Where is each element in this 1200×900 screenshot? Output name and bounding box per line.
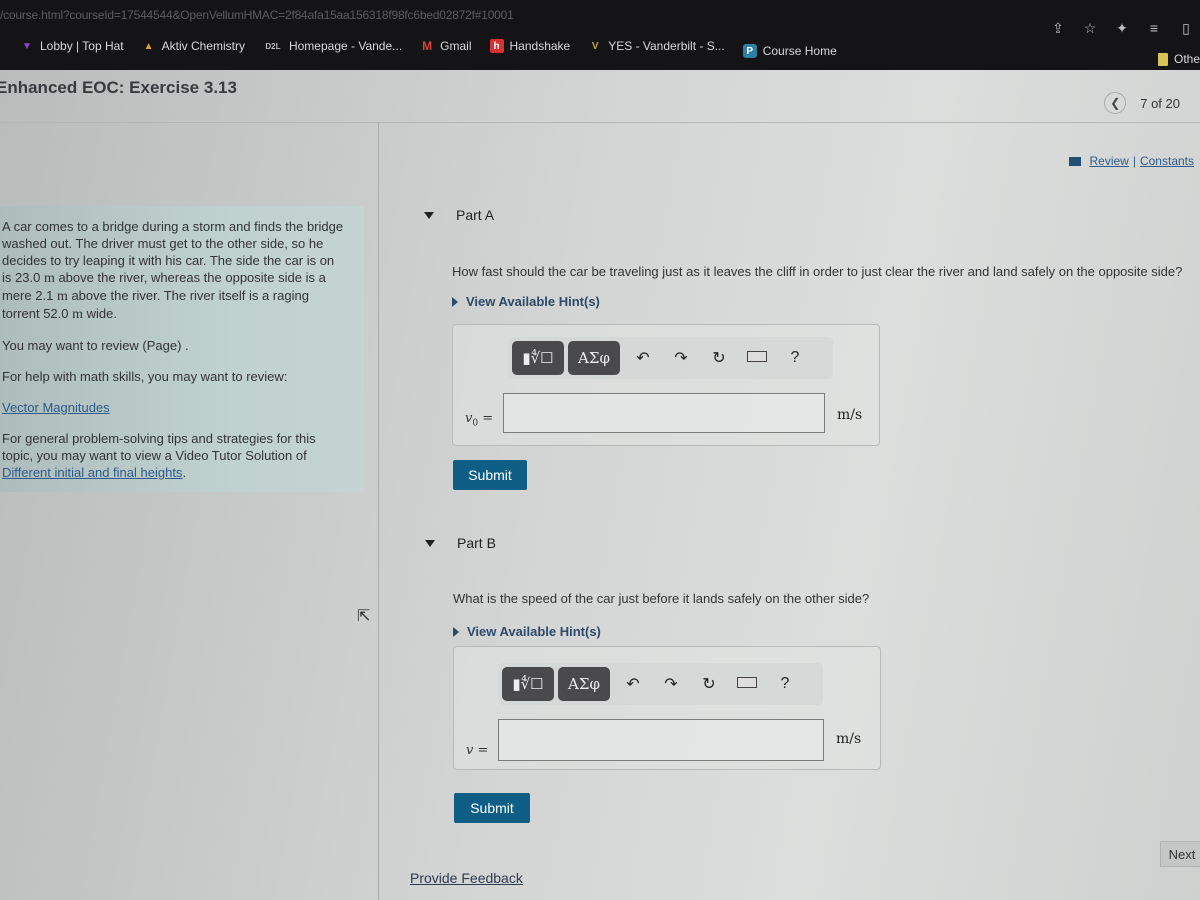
answer-variable-label: v = xyxy=(466,743,489,758)
part-a-hint-toggle[interactable]: View Available Hint(s) xyxy=(452,294,600,309)
browser-chrome: /course.html?courseId=17544544&OpenVellu… xyxy=(0,0,1200,70)
share-icon[interactable]: ⇪ xyxy=(1050,20,1066,37)
sidebar-icon[interactable]: ▯ xyxy=(1178,20,1194,37)
redo-icon[interactable]: ↷ xyxy=(662,348,700,368)
provide-feedback-link[interactable]: Provide Feedback xyxy=(410,870,523,886)
collapse-icon xyxy=(425,539,435,547)
vector-magnitudes-link[interactable]: Vector Magnitudes xyxy=(2,400,110,415)
part-a-answer-box: ▮∜☐ ΑΣφ ↶ ↷ ↻ ? v0 = m/s xyxy=(452,324,880,446)
greek-symbols-button[interactable]: ΑΣφ xyxy=(558,667,610,701)
keyboard-icon[interactable] xyxy=(728,675,766,693)
bookmark-course-home[interactable]: P Course Home xyxy=(742,44,837,58)
panel-divider xyxy=(378,122,379,900)
part-b-question: What is the speed of the car just before… xyxy=(453,591,870,606)
bookmark-d2l[interactable]: D2L Homepage - Vande... xyxy=(263,39,402,53)
v-answer-input[interactable] xyxy=(498,719,824,761)
templates-button[interactable]: ▮∜☐ xyxy=(512,341,564,375)
mastering-page: Enhanced EOC: Exercise 3.13 ❮ 7 of 20 Re… xyxy=(0,70,1200,900)
mouse-cursor: ⇱ xyxy=(357,608,371,625)
address-bar[interactable]: /course.html?courseId=17544544&OpenVellu… xyxy=(0,8,514,22)
part-b-header[interactable]: Part B xyxy=(425,535,496,551)
d2l-icon: D2L xyxy=(265,41,281,51)
math-help-text: For help with math skills, you may want … xyxy=(2,369,288,384)
folder-icon xyxy=(1157,52,1168,66)
keyboard-icon[interactable] xyxy=(738,349,776,367)
pearson-icon: P xyxy=(742,44,757,58)
divider xyxy=(0,122,1200,123)
part-a-question: How fast should the car be traveling jus… xyxy=(452,264,1183,279)
math-toolbar: ▮∜☐ ΑΣφ ↶ ↷ ↻ ? xyxy=(508,337,833,379)
book-icon xyxy=(1069,156,1082,166)
gmail-icon: M xyxy=(422,39,433,53)
collapse-icon xyxy=(424,211,434,219)
bookmarks-bar: ▼ Lobby | Top Hat ▲ Aktiv Chemistry D2L … xyxy=(20,34,837,58)
vanderbilt-icon: V xyxy=(591,40,599,52)
part-b-submit-button[interactable]: Submit xyxy=(454,793,530,823)
item-pagination: ❮ 7 of 20 xyxy=(1104,92,1180,114)
units-label: m/s xyxy=(836,731,862,747)
expand-icon xyxy=(453,626,459,637)
tophat-icon: ▼ xyxy=(22,40,32,52)
video-tutor-link[interactable]: Different initial and final heights xyxy=(2,465,182,480)
bookmark-vanderbilt[interactable]: V YES - Vanderbilt - S... xyxy=(588,39,725,53)
reset-icon[interactable]: ↻ xyxy=(690,674,728,694)
reset-icon[interactable]: ↻ xyxy=(700,348,738,368)
tips-text: For general problem-solving tips and str… xyxy=(2,431,316,480)
page-title: Enhanced EOC: Exercise 3.13 xyxy=(0,78,237,97)
other-bookmarks[interactable]: Othe xyxy=(1157,52,1200,66)
templates-button[interactable]: ▮∜☐ xyxy=(502,667,554,701)
next-button[interactable]: Next xyxy=(1160,841,1200,867)
undo-icon[interactable]: ↶ xyxy=(614,674,652,694)
part-a-header[interactable]: Part A xyxy=(424,207,494,223)
review-page-text: You may want to review (Page) . xyxy=(2,338,189,353)
extensions-icon[interactable]: ✦ xyxy=(1114,20,1130,37)
redo-icon[interactable]: ↷ xyxy=(652,674,690,694)
answer-variable-label: v0 = xyxy=(465,411,494,429)
review-constants-links: Review | Constants xyxy=(1069,154,1194,168)
v0-answer-input[interactable] xyxy=(503,393,825,433)
bookmark-gmail[interactable]: M Gmail xyxy=(420,39,471,53)
pagination-label: 7 of 20 xyxy=(1140,95,1180,111)
bookmark-tophat[interactable]: ▼ Lobby | Top Hat xyxy=(20,39,124,53)
problem-intro: A car comes to a bridge during a storm a… xyxy=(0,206,364,492)
previous-item-button[interactable]: ❮ xyxy=(1104,92,1127,114)
undo-icon[interactable]: ↶ xyxy=(624,348,662,368)
bookmark-aktiv[interactable]: ▲ Aktiv Chemistry xyxy=(142,39,245,53)
star-icon[interactable]: ☆ xyxy=(1082,20,1098,37)
part-b-answer-box: ▮∜☐ ΑΣφ ↶ ↷ ↻ ? v = m/s xyxy=(453,646,881,770)
part-b-hint-toggle[interactable]: View Available Hint(s) xyxy=(453,624,601,639)
help-icon[interactable]: ? xyxy=(776,349,814,367)
problem-statement: A car comes to a bridge during a storm a… xyxy=(2,219,344,322)
aktiv-icon: ▲ xyxy=(143,40,154,52)
math-toolbar: ▮∜☐ ΑΣφ ↶ ↷ ↻ ? xyxy=(498,663,823,705)
handshake-icon: h xyxy=(489,39,504,53)
browser-toolbar: ⇪ ☆ ✦ ≡ ▯ xyxy=(1050,20,1194,37)
greek-symbols-button[interactable]: ΑΣφ xyxy=(568,341,620,375)
bookmark-handshake[interactable]: h Handshake xyxy=(489,39,570,53)
units-label: m/s xyxy=(837,407,863,423)
reading-list-icon[interactable]: ≡ xyxy=(1146,20,1162,37)
help-icon[interactable]: ? xyxy=(766,675,804,693)
expand-icon xyxy=(452,296,458,307)
review-link[interactable]: Review xyxy=(1089,154,1128,168)
part-a-submit-button[interactable]: Submit xyxy=(453,460,527,490)
constants-link[interactable]: Constants xyxy=(1140,154,1194,168)
